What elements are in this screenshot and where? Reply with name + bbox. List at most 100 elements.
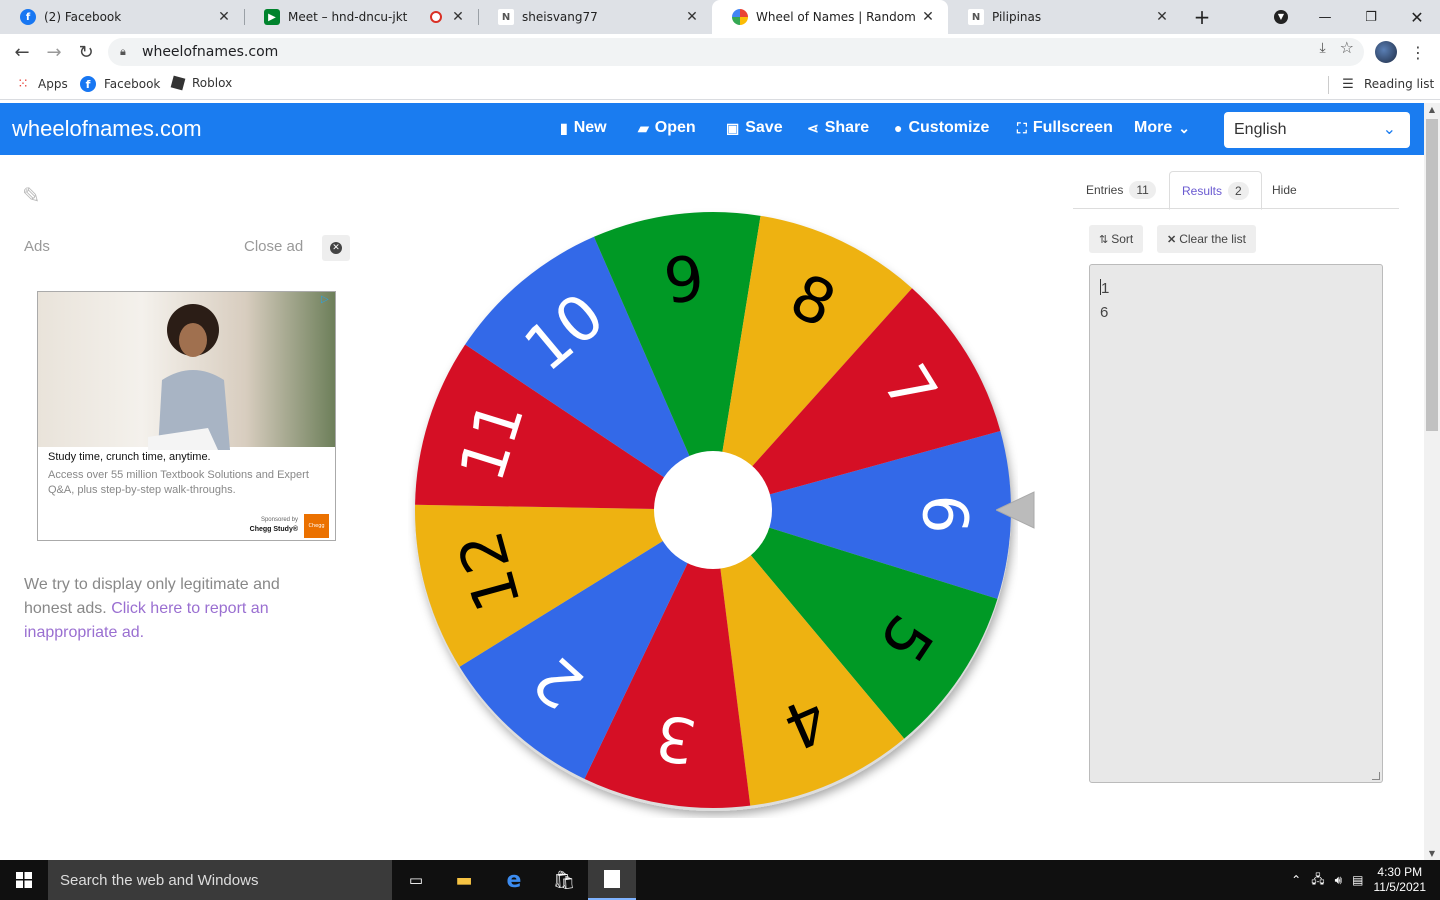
open-button[interactable]: ▰ Open: [638, 119, 696, 137]
sort-button[interactable]: ⇅ Sort: [1089, 225, 1144, 253]
scrollbar-thumb[interactable]: [1426, 119, 1438, 431]
browser-tab-facebook[interactable]: f (2) Facebook ✕: [0, 0, 244, 34]
apps-grid-icon: ⁙: [17, 76, 29, 92]
recording-icon: [430, 11, 442, 23]
clear-list-button[interactable]: ✕ Clear the list: [1157, 225, 1256, 253]
reload-icon[interactable]: ↻: [72, 38, 100, 66]
advertisement[interactable]: ▷ Study time, crunch time, anytime. Acce…: [37, 291, 336, 541]
new-button[interactable]: ▮ New: [560, 119, 607, 137]
chevron-down-icon: ⌄: [1382, 121, 1396, 138]
browser-tab-notion-1[interactable]: N sheisvang77 ✕: [478, 0, 712, 34]
browser-tab-strip: f (2) Facebook ✕ ▶ Meet – hnd-dncu-jkt ✕…: [0, 0, 1440, 34]
share-button[interactable]: ⋖ Share: [807, 119, 869, 137]
language-select[interactable]: English ⌄: [1224, 112, 1410, 148]
store-icon[interactable]: 🛍︎: [540, 860, 588, 900]
taskbar-search[interactable]: Search the web and Windows: [48, 860, 392, 900]
save-button[interactable]: ▣ Save: [726, 119, 783, 137]
back-icon[interactable]: ←: [8, 38, 36, 66]
bookmarks-bar: ⁙ Apps f Facebook Roblox ☰ Reading list: [0, 70, 1440, 100]
more-dropdown[interactable]: More ⌄: [1134, 119, 1190, 137]
app-navbar: wheelofnames.com ▮ New ▰ Open ▣ Save ⋖ Share…: [0, 103, 1424, 155]
customize-button[interactable]: ● Customize: [894, 119, 989, 137]
facebook-icon: f: [20, 9, 36, 25]
close-tab-icon[interactable]: ✕: [216, 9, 232, 25]
result-line: 6: [1100, 304, 1109, 321]
close-ad-button[interactable]: ✕: [322, 235, 350, 261]
tab-hide[interactable]: Hide: [1272, 171, 1297, 209]
result-line: 1: [1100, 279, 1110, 297]
tab-results[interactable]: Results 2: [1169, 171, 1262, 210]
menu-kebab-icon[interactable]: ⋮: [1404, 38, 1432, 66]
results-count-badge: 2: [1228, 181, 1249, 200]
new-tab-button[interactable]: +: [1182, 0, 1222, 34]
fullscreen-button[interactable]: ⛶ Fullscreen: [1017, 119, 1113, 137]
forward-icon[interactable]: →: [40, 38, 68, 66]
close-tab-icon[interactable]: ✕: [450, 9, 466, 25]
student-illustration: [148, 304, 230, 450]
close-icon: ✕: [1167, 233, 1177, 246]
browser-tab-meet[interactable]: ▶ Meet – hnd-dncu-jkt ✕: [244, 0, 478, 34]
tab-title: Meet – hnd-dncu-jkt: [288, 10, 408, 24]
reading-list-button[interactable]: ☰ Reading list: [1340, 76, 1434, 92]
ad-body: Access over 55 million Textbook Solution…: [48, 469, 309, 496]
bookmark-roblox[interactable]: Roblox: [170, 75, 232, 91]
task-view-icon[interactable]: ▭: [392, 860, 440, 900]
adchoices-icon[interactable]: ▷: [321, 294, 333, 306]
bookmark-star-icon[interactable]: ☆: [1340, 38, 1354, 57]
restore-button[interactable]: ❐: [1348, 0, 1394, 34]
system-tray: ⌃ 🖧︎ 🔊︎ ▤ 4:30 PM 11/5/2021: [1291, 860, 1440, 900]
close-ad-link[interactable]: Close ad: [244, 238, 303, 255]
ad-image: ▷: [38, 292, 335, 450]
wheel-svg[interactable]: 65432121110 9 87: [408, 208, 1018, 818]
bookmark-apps[interactable]: ⁙ Apps: [14, 76, 68, 92]
tab-title: Wheel of Names | Random nam: [756, 10, 920, 24]
edit-icon[interactable]: ✎: [22, 184, 48, 210]
chevron-up-icon[interactable]: ⌃: [1291, 873, 1301, 887]
resize-handle-icon[interactable]: [1372, 772, 1380, 780]
browser-tab-notion-2[interactable]: N Pilipinas ✕: [948, 0, 1182, 34]
share-icon: ⋖: [807, 119, 819, 136]
page-scrollbar[interactable]: ▲ ▼: [1424, 103, 1440, 860]
tab-search-icon[interactable]: ▼: [1258, 0, 1304, 34]
close-window-button[interactable]: ✕: [1394, 0, 1440, 34]
file-explorer-icon[interactable]: ▬: [440, 860, 488, 900]
scroll-down-icon[interactable]: ▼: [1424, 849, 1440, 858]
meet-icon: ▶: [264, 9, 280, 25]
wheel-pointer-icon: [996, 491, 1035, 529]
close-circle-icon: ✕: [330, 242, 342, 254]
tab-title: Pilipinas: [992, 10, 1042, 24]
close-tab-icon[interactable]: ✕: [920, 9, 936, 25]
start-button[interactable]: [0, 860, 48, 900]
ads-label: Ads: [24, 238, 50, 255]
profile-avatar[interactable]: [1375, 41, 1397, 63]
minimize-button[interactable]: —: [1302, 0, 1348, 34]
scroll-up-icon[interactable]: ▲: [1424, 105, 1440, 114]
chrome-taskbar-icon[interactable]: [588, 860, 636, 900]
edge-icon[interactable]: e: [490, 860, 538, 900]
browser-tab-wheel-of-names[interactable]: Wheel of Names | Random nam ✕: [712, 0, 948, 34]
document-icon: [604, 870, 620, 888]
chegg-logo: Chegg: [304, 514, 329, 538]
wheel-center-hub[interactable]: [654, 451, 772, 569]
close-tab-icon[interactable]: ✕: [684, 9, 700, 25]
bookmark-facebook[interactable]: f Facebook: [80, 76, 160, 92]
file-icon: ▮: [560, 119, 568, 136]
ad-sponsor: Sponsored by Chegg Study®: [249, 517, 298, 533]
notifications-icon[interactable]: ▤: [1352, 873, 1363, 887]
wheel[interactable]: 6 5 4 3 2 12 11 10 9 8 7: [408, 208, 1018, 818]
chevron-down-icon: ⌄: [1178, 119, 1190, 136]
app-brand[interactable]: wheelofnames.com: [12, 116, 202, 142]
address-bar[interactable]: 🔒︎ wheelofnames.com: [108, 38, 1364, 66]
ad-headline: Study time, crunch time, anytime.: [48, 451, 211, 463]
clock[interactable]: 4:30 PM 11/5/2021: [1374, 865, 1427, 895]
notion-icon: N: [968, 9, 984, 25]
tab-title: (2) Facebook: [44, 10, 122, 24]
notion-icon: N: [498, 9, 514, 25]
network-icon[interactable]: 🖧︎: [1311, 870, 1324, 891]
close-tab-icon[interactable]: ✕: [1154, 9, 1170, 25]
tab-entries[interactable]: Entries 11: [1086, 171, 1156, 209]
volume-icon[interactable]: 🔊︎: [1335, 873, 1343, 888]
browser-toolbar: ← → ↻ 🔒︎ wheelofnames.com ⤓ ☆ ⋮: [0, 34, 1440, 70]
results-textarea[interactable]: 1 6: [1089, 264, 1383, 783]
install-icon[interactable]: ⤓: [1319, 40, 1325, 56]
